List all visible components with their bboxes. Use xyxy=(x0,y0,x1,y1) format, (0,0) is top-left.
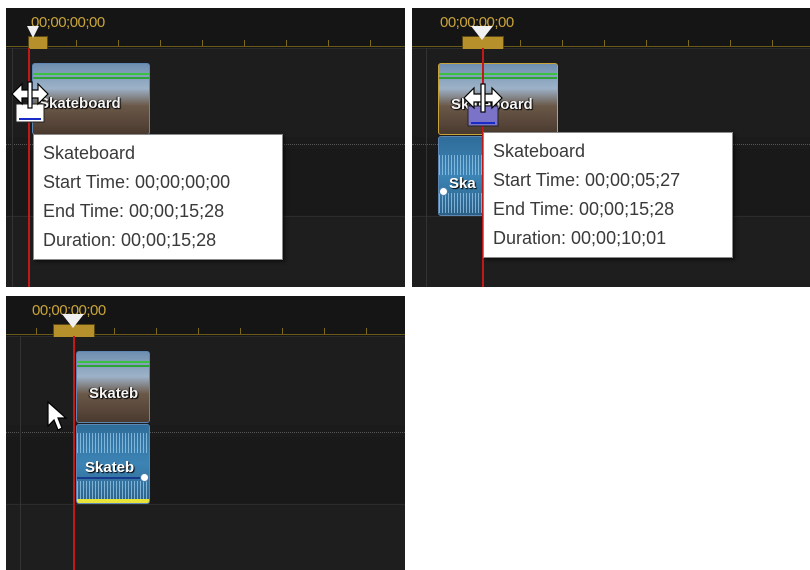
ruler-tick xyxy=(198,328,199,334)
clip-title: Skateboard xyxy=(39,95,121,112)
audio-waveform xyxy=(77,433,149,453)
ruler-tick xyxy=(156,328,157,334)
track-header-edge xyxy=(426,48,427,287)
ruler-tick xyxy=(244,40,245,46)
timeline-panel-1: 00;00;00;00 Skateboard Skateboard Start … xyxy=(6,8,405,287)
ruler-tick xyxy=(160,40,161,46)
timeline-panel-2: 00;00;00;00 Skateboard Ska Skateboard St… xyxy=(412,8,810,287)
playhead-handle[interactable] xyxy=(471,26,493,40)
ruler-tick xyxy=(520,40,521,46)
playhead-handle[interactable] xyxy=(62,314,84,328)
tooltip-title: Skateboard xyxy=(493,141,586,161)
audio-clip-title: Ska xyxy=(449,175,476,192)
ruler-tick xyxy=(282,328,283,334)
audio-waveform xyxy=(77,481,149,501)
empty-track xyxy=(6,505,405,570)
timeline-ruler[interactable]: 00;00;00;00 xyxy=(6,8,405,49)
track-divider xyxy=(6,432,405,433)
ruler-tick xyxy=(562,40,563,46)
clip-top-bar xyxy=(439,73,557,75)
ruler-tick xyxy=(366,328,367,334)
clip-top-bar xyxy=(77,361,149,363)
tooltip-start-time: Start Time: 00;00;00;00 xyxy=(43,172,231,192)
audio-clip-title: Skateb xyxy=(85,459,135,476)
ruler-tick xyxy=(324,328,325,334)
clip-info-tooltip: Skateboard Start Time: 00;00;00;00 End T… xyxy=(33,134,283,260)
ruler-tick xyxy=(688,40,689,46)
ruler-tick xyxy=(604,40,605,46)
arrow-cursor-icon xyxy=(47,400,68,431)
volume-keyframe[interactable] xyxy=(439,187,448,196)
clip-info-tooltip: Skateboard Start Time: 00;00;05;27 End T… xyxy=(483,132,733,258)
playhead-line[interactable] xyxy=(73,336,75,570)
timeline-panel-3: 00;00;00;00 Skateb Skateb xyxy=(6,296,405,570)
ruler-tick xyxy=(772,40,773,46)
tooltip-duration: Duration: 00;00;10;01 xyxy=(493,228,667,248)
ruler-tick xyxy=(202,40,203,46)
clip-title: Skateb xyxy=(89,385,139,402)
audio-clip[interactable]: Skateb xyxy=(76,424,150,504)
tooltip-duration: Duration: 00;00;15;28 xyxy=(43,230,217,250)
ruler-tick xyxy=(730,40,731,46)
ruler-tick xyxy=(76,40,77,46)
clip-top-bar xyxy=(77,365,149,367)
ruler-tick xyxy=(286,40,287,46)
track-header-edge xyxy=(20,336,21,570)
playhead-handle[interactable] xyxy=(27,26,39,38)
tooltip-end-time: End Time: 00;00;15;28 xyxy=(43,201,225,221)
audio-track xyxy=(6,437,405,503)
trim-cursor-icon xyxy=(11,81,49,123)
ruler-tick xyxy=(118,40,119,46)
ruler-tick xyxy=(114,328,115,334)
tooltip-title: Skateboard xyxy=(43,143,136,163)
audio-bottom-bar xyxy=(77,499,149,503)
clip-top-bar xyxy=(33,73,149,75)
volume-line[interactable] xyxy=(77,477,149,479)
tooltip-start-time: Start Time: 00;00;05;27 xyxy=(493,170,681,190)
ruler-tick xyxy=(370,40,371,46)
volume-keyframe[interactable] xyxy=(140,473,149,482)
video-clip[interactable]: Skateb xyxy=(76,351,150,423)
clip-top-bar xyxy=(33,77,149,79)
clip-top-bar xyxy=(439,77,557,79)
ruler-tick xyxy=(646,40,647,46)
ruler-tick xyxy=(36,328,37,334)
ruler-timecode: 00;00;00;00 xyxy=(31,14,105,31)
trim-cursor-icon xyxy=(463,83,503,127)
ruler-baseline xyxy=(6,46,405,47)
ruler-tick xyxy=(328,40,329,46)
tooltip-end-time: End Time: 00;00;15;28 xyxy=(493,199,675,219)
ruler-tick xyxy=(240,328,241,334)
